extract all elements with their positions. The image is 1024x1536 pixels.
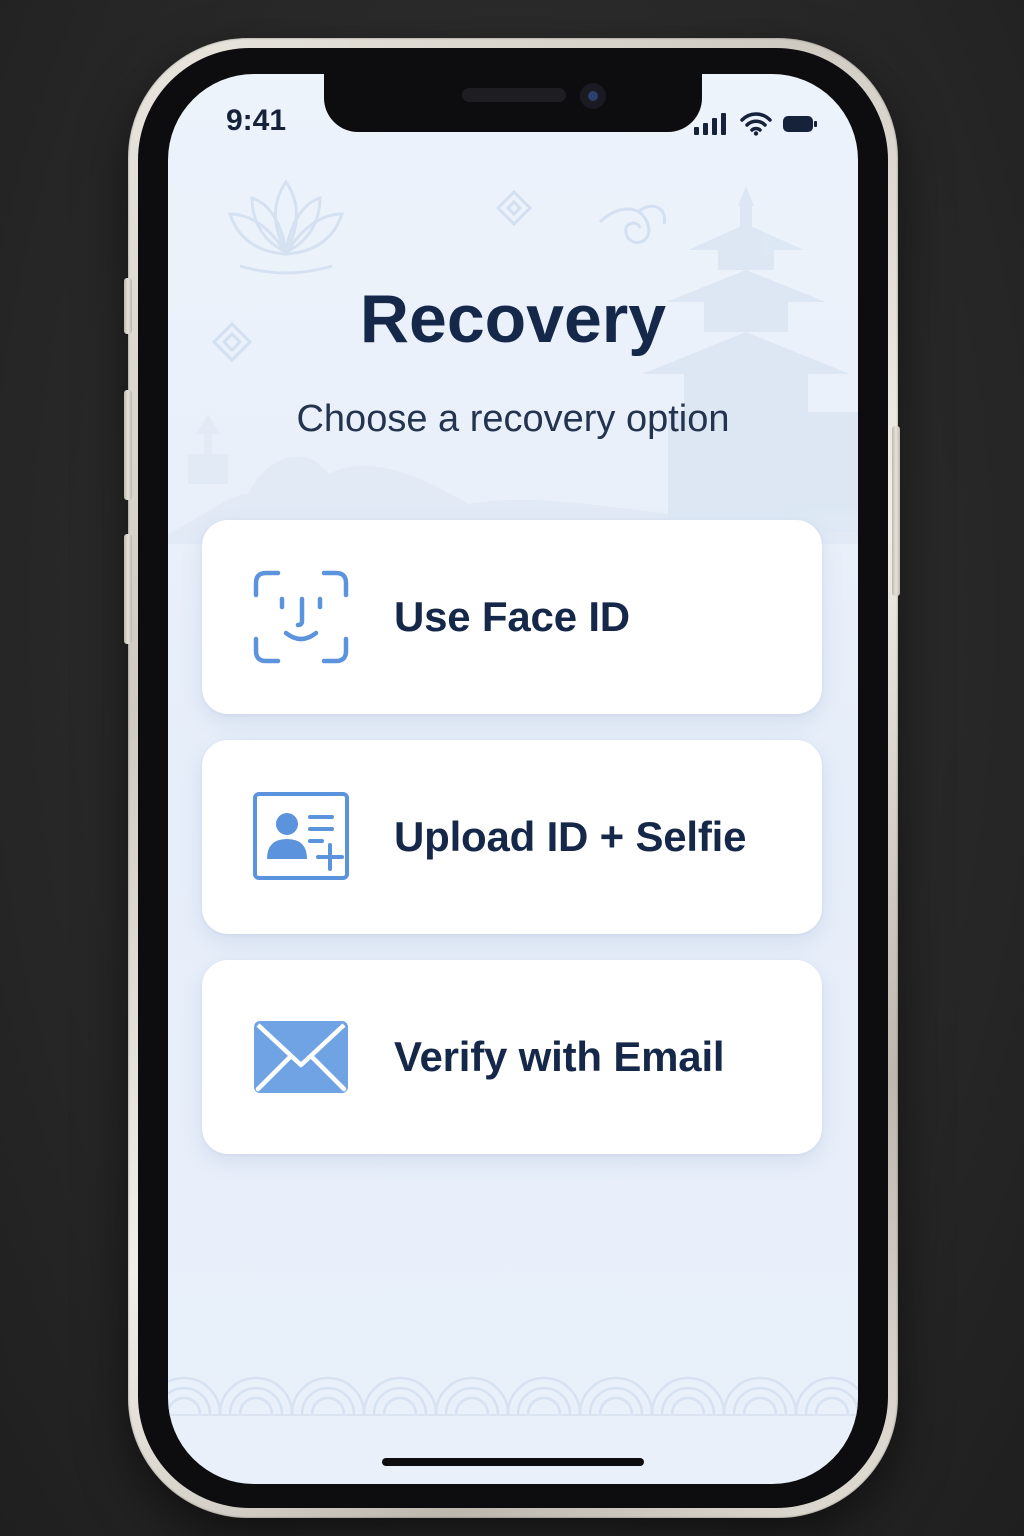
earpiece-speaker [462,88,566,102]
pagoda-silhouette [642,186,858,532]
volume-up-button [124,390,132,500]
status-time: 9:41 [226,104,287,137]
lotus-ornament [227,179,345,275]
envelope-icon [254,1021,348,1093]
volume-down-button [124,534,132,644]
notch [324,74,702,132]
battery-icon [783,116,817,132]
page-subtitle: Choose a recovery option [296,398,730,440]
cellular-signal-icon [694,113,726,135]
recovery-screen: 9:41 Recovery Choose a recovery option U… [168,74,858,1484]
face-id-option-label: Use Face ID [394,593,630,640]
wave-pattern [168,1376,858,1415]
verify-email-option-label: Verify with Email [394,1033,725,1080]
home-indicator[interactable] [382,1458,644,1466]
verify-email-option-button[interactable]: Verify with Email [202,960,822,1154]
face-id-icon [253,570,349,664]
upload-id-selfie-option-button[interactable]: Upload ID + Selfie [202,740,822,934]
front-camera [580,83,606,109]
upload-id-selfie-option-label: Upload ID + Selfie [394,813,747,860]
id-card-add-icon [253,792,349,880]
bottom-divider [168,1414,858,1416]
cloud-ornament [598,204,667,244]
power-button [892,426,900,596]
status-icons [694,112,818,136]
page-title: Recovery [359,281,667,357]
face-id-option-button[interactable]: Use Face ID [202,520,822,714]
mute-switch [124,278,132,334]
wifi-icon [740,112,772,136]
diamond-ornament [495,189,533,227]
